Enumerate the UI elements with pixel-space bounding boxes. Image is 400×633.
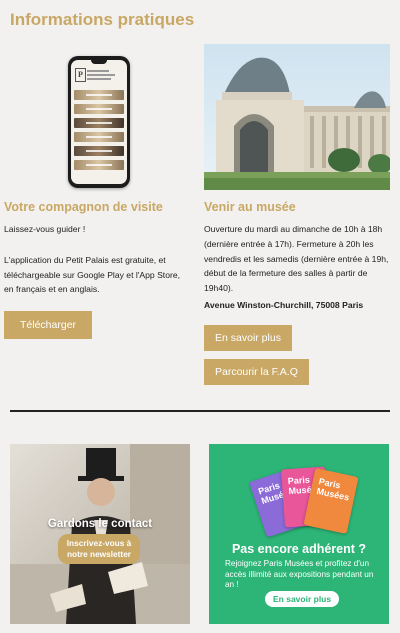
getting-there-title: Venir au musée [204,200,296,214]
browse-faq-button[interactable]: Parcourir la F.A.Q [204,358,309,385]
page-title: Informations pratiques [10,10,195,29]
getting-there-section: Venir au musée Ouverture du mardi au dim… [204,44,390,385]
newsletter-signup-button[interactable]: Inscrivez-vous à notre newsletter [58,534,140,565]
learn-more-button[interactable]: En savoir plus [204,324,292,351]
visit-companion-section: P Votre compagnon de visite Laissez-vous… [4,44,190,340]
newsletter-card[interactable]: Gardons le contact Inscrivez-vous à notr… [10,444,190,624]
newsletter-title: Gardons le contact [47,518,153,530]
membership-card[interactable]: Paris Musées Paris Musées Paris Musées P… [209,444,389,624]
membership-learn-more-button[interactable]: En savoir plus [265,591,340,607]
app-phone-image: P [4,44,190,190]
visit-companion-title: Votre compagnon de visite [4,200,163,214]
smartphone-mockup: P [68,56,130,188]
membership-title: Pas encore adhérent ? [231,542,367,556]
museum-address: Avenue Winston-Churchill, 75008 Paris [204,299,364,310]
membership-description: Rejoignez Paris Musées et profitez d'un … [225,559,374,590]
petit-palais-logo-icon: P [75,68,86,82]
visit-companion-body: L'application du Petit Palais est gratui… [4,254,181,295]
opening-hours-text: Ouverture du mardi au dimanche de 10h à … [204,224,389,294]
download-app-button[interactable]: Télécharger [4,311,93,340]
museum-building-image [204,44,390,190]
section-divider [10,410,390,412]
visit-companion-intro: Laissez-vous guider ! [4,224,86,234]
